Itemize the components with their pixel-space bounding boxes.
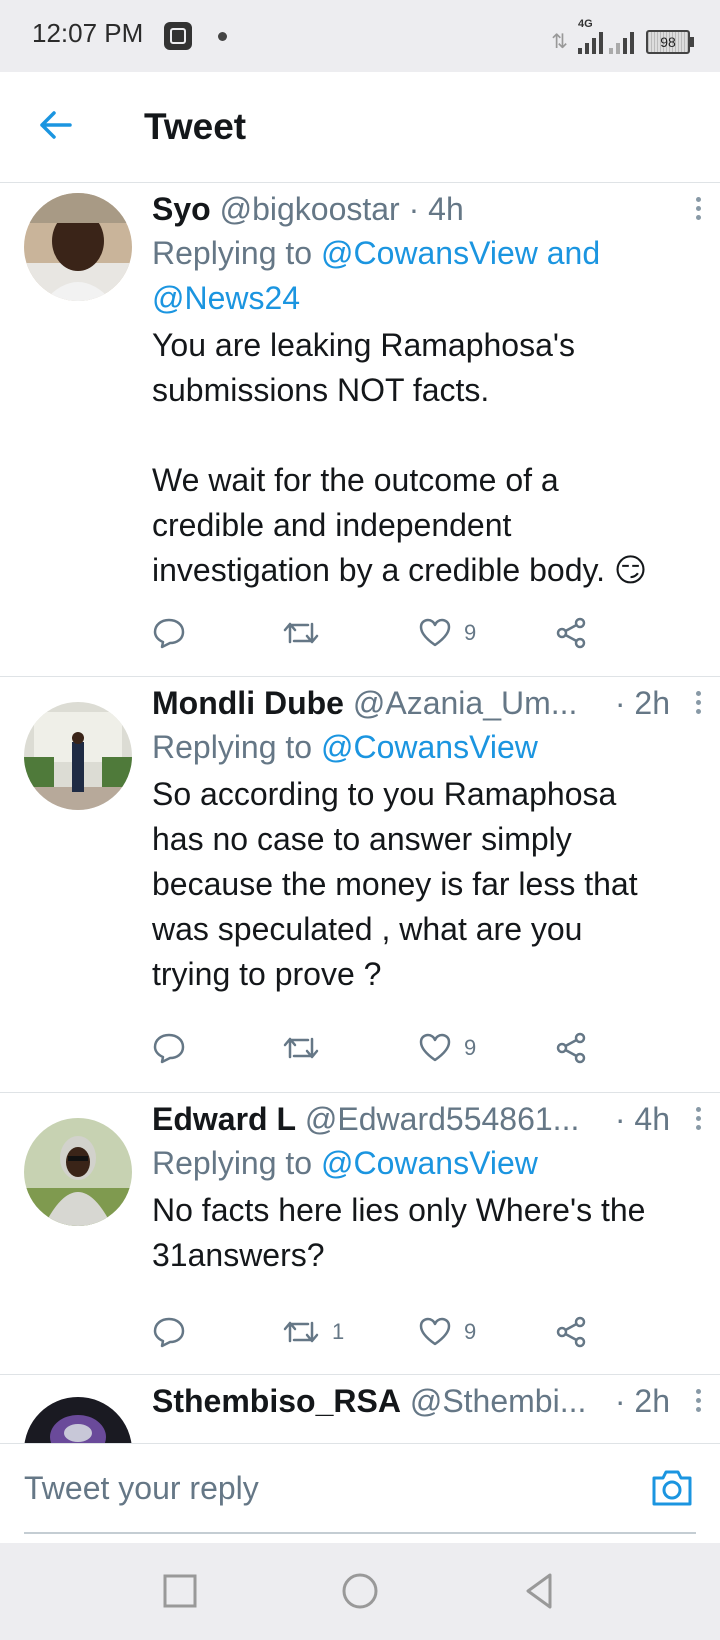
- reply-button[interactable]: [152, 1315, 186, 1349]
- back-button[interactable]: [36, 105, 76, 145]
- tweet-time: · 4h: [614, 1101, 670, 1137]
- replying-to: Replying to @CowansView: [152, 725, 700, 770]
- mention-link[interactable]: @CowansView: [321, 1145, 538, 1181]
- comment-icon: [153, 1317, 185, 1348]
- back-nav-button[interactable]: [516, 1567, 564, 1615]
- signal-strength-2-icon: [609, 28, 634, 54]
- tweet-text: So according to you Ramaphosa has no cas…: [152, 776, 638, 992]
- camera-button[interactable]: [650, 1466, 694, 1510]
- square-icon: [163, 1574, 197, 1608]
- share-button[interactable]: [554, 1031, 588, 1065]
- more-options-button[interactable]: [686, 687, 710, 717]
- author-name[interactable]: Edward L: [152, 1101, 296, 1137]
- tweet-text: You are leaking Ramaphosa's submissions …: [152, 327, 648, 588]
- data-activity-icon: ⇅: [551, 31, 568, 53]
- heart-icon: [419, 618, 451, 647]
- heart-icon: [419, 1317, 451, 1346]
- tweet-actions: 1 9: [152, 1315, 622, 1355]
- avatar[interactable]: [24, 1397, 132, 1443]
- replying-prefix: Replying to: [152, 729, 313, 765]
- tweet-text: No facts here lies only Where's the 31an…: [152, 1192, 646, 1273]
- heart-icon: [419, 1033, 451, 1062]
- like-count: 9: [464, 620, 477, 645]
- tweet-actions: 9: [152, 616, 622, 656]
- tweet-time: · 2h: [614, 1383, 670, 1419]
- comment-icon: [153, 618, 185, 649]
- mention-link[interactable]: @News24: [152, 280, 300, 316]
- retweet-icon: [283, 1321, 319, 1343]
- more-options-button[interactable]: [686, 1385, 710, 1415]
- retweet-button[interactable]: [282, 616, 332, 650]
- network-type-label: 4G: [578, 18, 593, 30]
- reply-tweet[interactable]: Syo @bigkoostar · 4h Replying to @Cowans…: [0, 183, 720, 677]
- camera-icon: [652, 1470, 692, 1506]
- share-button[interactable]: [554, 616, 588, 650]
- author-name[interactable]: Syo: [152, 191, 211, 227]
- home-button[interactable]: [336, 1567, 384, 1615]
- tweet-actions: 9: [152, 1031, 622, 1071]
- share-button[interactable]: [554, 1315, 588, 1349]
- retweet-button[interactable]: [282, 1031, 332, 1065]
- battery-icon: 98: [646, 30, 694, 54]
- retweet-icon: [283, 1037, 319, 1059]
- like-button[interactable]: 9: [418, 616, 476, 650]
- avatar[interactable]: [24, 1118, 132, 1226]
- author-name[interactable]: Mondli Dube: [152, 685, 344, 721]
- status-bar: 12:07 PM ⇅ 4G 98: [0, 0, 720, 72]
- signal-strength-icon: 4G: [578, 18, 603, 54]
- share-icon: [556, 617, 586, 649]
- share-icon: [556, 1316, 586, 1348]
- system-nav-bar: [0, 1543, 720, 1640]
- retweet-button[interactable]: 1: [282, 1315, 344, 1349]
- replying-prefix: Replying to: [152, 235, 313, 271]
- notification-dot-icon: [218, 32, 227, 41]
- app-header: Tweet: [0, 72, 720, 183]
- status-indicators: ⇅ 4G 98: [551, 18, 694, 54]
- tweet-time: · 2h: [614, 685, 670, 721]
- author-name[interactable]: Sthembiso_RSA: [152, 1383, 401, 1419]
- avatar[interactable]: [24, 702, 132, 810]
- status-time: 12:07 PM: [32, 18, 144, 48]
- author-handle[interactable]: @Edward554861...: [305, 1101, 579, 1137]
- more-options-button[interactable]: [686, 193, 710, 223]
- reply-button[interactable]: [152, 1031, 186, 1065]
- reply-button[interactable]: [152, 616, 186, 650]
- retweet-count: 1: [332, 1319, 345, 1344]
- recents-button[interactable]: [156, 1567, 204, 1615]
- reply-tweet[interactable]: Edward L @Edward554861... · 4h Replying …: [0, 1093, 720, 1375]
- like-button[interactable]: 9: [418, 1031, 476, 1065]
- like-count: 9: [464, 1035, 477, 1060]
- reply-tweet[interactable]: Sthembiso_RSA @Sthembi... · 2h: [0, 1375, 720, 1443]
- reply-input[interactable]: [24, 1444, 696, 1534]
- triangle-back-icon: [526, 1573, 552, 1609]
- like-count: 9: [464, 1319, 477, 1344]
- comment-icon: [153, 1033, 185, 1064]
- app-notification-icon: [164, 22, 192, 50]
- circle-icon: [342, 1573, 378, 1609]
- author-handle[interactable]: @bigkoostar: [220, 191, 400, 227]
- avatar[interactable]: [24, 193, 132, 301]
- tweet-time: · 4h: [408, 191, 464, 227]
- share-icon: [556, 1032, 586, 1064]
- battery-level: 98: [660, 34, 676, 50]
- replying-to: Replying to @CowansView: [152, 1141, 700, 1186]
- page-title: Tweet: [144, 106, 247, 147]
- mention-link[interactable]: @CowansView and: [321, 235, 600, 271]
- reply-composer: [0, 1443, 720, 1544]
- retweet-icon: [283, 622, 319, 644]
- author-handle[interactable]: @Sthembi...: [410, 1383, 587, 1419]
- reply-tweet[interactable]: Mondli Dube @Azania_Um... · 2h Replying …: [0, 677, 720, 1093]
- mention-link[interactable]: @CowansView: [321, 729, 538, 765]
- like-button[interactable]: 9: [418, 1315, 476, 1349]
- more-options-button[interactable]: [686, 1103, 710, 1133]
- author-handle[interactable]: @Azania_Um...: [353, 685, 578, 721]
- replying-prefix: Replying to: [152, 1145, 313, 1181]
- replying-to: Replying to @CowansView and @News24: [152, 231, 700, 321]
- arrow-left-icon: [40, 111, 72, 139]
